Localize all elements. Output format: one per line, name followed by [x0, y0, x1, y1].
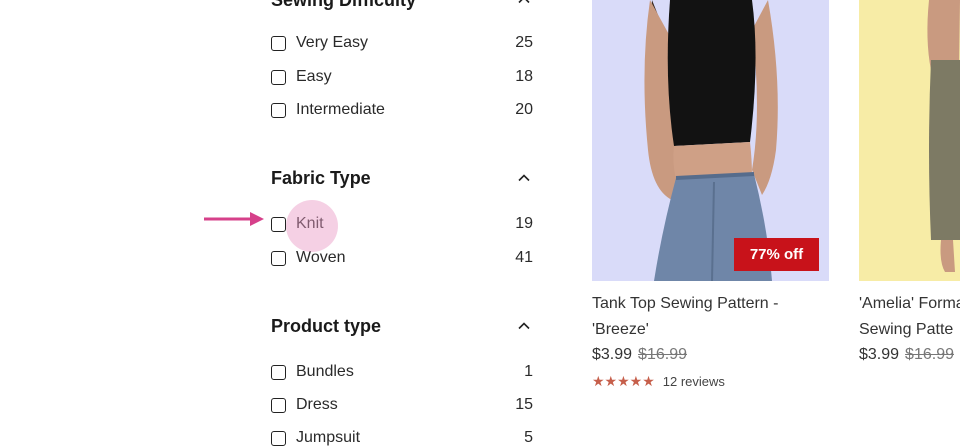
filter-option-very-easy[interactable]: Very Easy 25	[271, 32, 533, 54]
filter-option-count: 41	[515, 249, 533, 266]
page: Sewing Difficulty Very Easy 25 Easy 18 I…	[0, 0, 960, 446]
filter-group-title: Sewing Difficulty	[271, 0, 416, 11]
filter-group-title: Fabric Type	[271, 167, 371, 188]
product-image[interactable]	[859, 0, 960, 281]
filter-option-label: Easy	[296, 68, 332, 85]
filter-option-count: 18	[515, 68, 533, 85]
checkbox[interactable]	[271, 430, 286, 446]
star-rating-icon: ★★★★★	[592, 373, 655, 389]
checkbox[interactable]	[271, 397, 286, 413]
discount-badge: 77% off	[734, 238, 819, 271]
original-price: $16.99	[638, 346, 687, 363]
checkbox[interactable]	[271, 250, 286, 266]
checkbox[interactable]	[271, 102, 286, 118]
click-highlight	[286, 200, 338, 252]
filter-option-label: Dress	[296, 396, 338, 413]
current-price: $3.99	[859, 346, 900, 363]
product-title-line: 'Amelia' Forma	[859, 295, 960, 312]
filter-option-bundles[interactable]: Bundles 1	[271, 361, 533, 383]
chevron-up-icon	[517, 0, 531, 7]
filter-option-count: 1	[524, 363, 533, 380]
checkbox[interactable]	[271, 69, 286, 85]
filter-option-count: 25	[515, 34, 533, 51]
filter-option-count: 15	[515, 396, 533, 413]
current-price: $3.99	[592, 346, 633, 363]
product-image[interactable]: 77% off	[592, 0, 829, 281]
arrow-right-icon	[204, 212, 264, 226]
filter-group-header-product-type[interactable]: Product type	[271, 314, 533, 338]
chevron-up-icon	[517, 319, 531, 333]
rating[interactable]: ★★★★★ 12 reviews	[592, 373, 830, 390]
filter-group-header-fabric-type[interactable]: Fabric Type	[271, 166, 533, 190]
filter-option-count: 19	[515, 215, 533, 232]
filter-group-title: Product type	[271, 315, 382, 336]
product-card[interactable]: 'Amelia' Forma Sewing Patte $3.99 $16.99	[859, 0, 960, 367]
product-title[interactable]: Tank Top Sewing Pattern - 'Breeze'	[592, 291, 830, 343]
filter-option-intermediate[interactable]: Intermediate 20	[271, 99, 533, 121]
filter-option-label: Woven	[296, 249, 346, 266]
filter-option-jumpsuit[interactable]: Jumpsuit 5	[271, 427, 533, 446]
checkbox[interactable]	[271, 35, 286, 51]
filter-option-easy[interactable]: Easy 18	[271, 66, 533, 88]
product-title[interactable]: 'Amelia' Forma Sewing Patte	[859, 291, 960, 343]
filter-option-count: 5	[524, 429, 533, 446]
filter-option-count: 20	[515, 101, 533, 118]
product-title-line: Sewing Patte	[859, 321, 954, 338]
filter-option-label: Bundles	[296, 363, 354, 380]
checkbox[interactable]	[271, 216, 286, 232]
product-card[interactable]: 77% off Tank Top Sewing Pattern - 'Breez…	[592, 0, 830, 390]
price-row: $3.99 $16.99	[859, 343, 960, 367]
review-count: 12 reviews	[662, 374, 725, 389]
chevron-up-icon	[517, 171, 531, 185]
checkbox[interactable]	[271, 364, 286, 380]
price-row: $3.99 $16.99	[592, 343, 830, 367]
filter-option-dress[interactable]: Dress 15	[271, 394, 533, 416]
original-price: $16.99	[905, 346, 954, 363]
filter-group-header-sewing-difficulty[interactable]: Sewing Difficulty	[271, 0, 533, 12]
model-photo	[859, 0, 960, 281]
filter-option-label: Very Easy	[296, 34, 369, 51]
filter-option-label: Jumpsuit	[296, 429, 361, 446]
filter-option-label: Intermediate	[296, 101, 385, 118]
